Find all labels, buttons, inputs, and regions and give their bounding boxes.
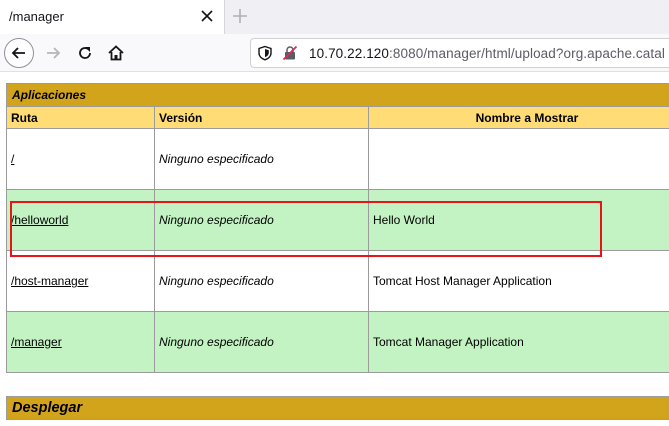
back-button[interactable]	[4, 38, 34, 68]
table-row: / Ninguno especificado	[6, 128, 669, 190]
shield-icon[interactable]	[257, 45, 273, 66]
column-header-version: Versión	[154, 106, 369, 129]
app-version: Ninguno especificado	[154, 311, 369, 373]
url-host: 10.70.22.120	[309, 46, 390, 61]
app-display-name: Tomcat Manager Application	[368, 311, 669, 373]
applications-section-title: Aplicaciones	[6, 83, 669, 107]
app-display-name: Hello World	[368, 189, 669, 251]
arrow-right-icon	[47, 47, 61, 59]
app-version: Ninguno especificado	[154, 128, 369, 190]
app-version: Ninguno especificado	[154, 189, 369, 251]
reload-button[interactable]	[70, 38, 100, 68]
arrow-left-icon	[11, 47, 25, 59]
navigation-bar: 10.70.22.120:8080/manager/html/upload?or…	[0, 34, 669, 72]
table-row: /manager Ninguno especificado Tomcat Man…	[6, 311, 669, 373]
app-path-link[interactable]: /host-manager	[11, 274, 88, 288]
table-row: /helloworld Ninguno especificado Hello W…	[6, 189, 669, 251]
app-path-link[interactable]: /helloworld	[11, 213, 68, 227]
url-bar[interactable]: 10.70.22.120:8080/manager/html/upload?or…	[250, 38, 669, 68]
app-path-link[interactable]: /	[11, 152, 14, 166]
table-header-row: Ruta Versión Nombre a Mostrar	[6, 106, 669, 129]
tab-title: /manager	[9, 9, 64, 24]
column-header-path: Ruta	[6, 106, 155, 129]
close-icon[interactable]	[198, 7, 216, 25]
applications-table: Aplicaciones Ruta Versión Nombre a Mostr…	[6, 83, 669, 373]
url-path: :8080/manager/html/upload?org.apache.cat…	[389, 46, 665, 61]
tab-strip: /manager	[0, 0, 669, 34]
table-row: /host-manager Ninguno especificado Tomca…	[6, 250, 669, 312]
deploy-table: Desplegar	[6, 396, 669, 420]
home-button[interactable]	[101, 38, 131, 68]
app-version: Ninguno especificado	[154, 250, 369, 312]
column-header-display-name: Nombre a Mostrar	[368, 106, 669, 129]
deploy-section-title: Desplegar	[6, 396, 669, 420]
url-text[interactable]: 10.70.22.120:8080/manager/html/upload?or…	[309, 46, 665, 61]
app-display-name: Tomcat Host Manager Application	[368, 250, 669, 312]
forward-button[interactable]	[38, 38, 68, 68]
new-tab-icon[interactable]	[230, 6, 250, 26]
tab-manager[interactable]: /manager	[0, 0, 225, 34]
app-path-link[interactable]: /manager	[11, 335, 62, 349]
reload-icon	[79, 47, 91, 59]
insecure-lock-icon[interactable]	[282, 45, 298, 66]
page-content: Aplicaciones Ruta Versión Nombre a Mostr…	[0, 73, 669, 426]
app-display-name	[368, 128, 669, 190]
home-icon	[108, 45, 124, 61]
